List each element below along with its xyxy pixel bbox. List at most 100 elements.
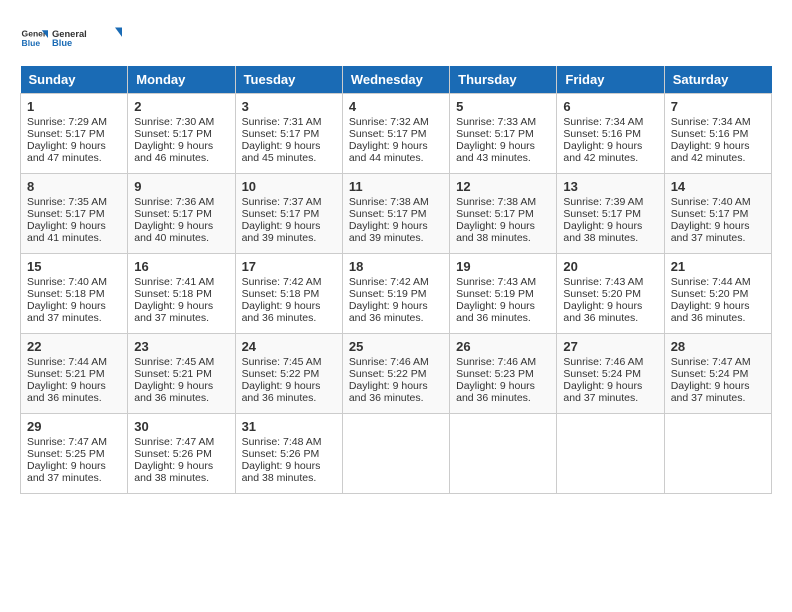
- sunrise-text: Sunrise: 7:42 AM: [242, 276, 322, 288]
- sunrise-text: Sunrise: 7:33 AM: [456, 116, 536, 128]
- day-cell-21: 21Sunrise: 7:44 AMSunset: 5:20 PMDayligh…: [664, 254, 771, 334]
- day-cell-5: 5Sunrise: 7:33 AMSunset: 5:17 PMDaylight…: [450, 94, 557, 174]
- daylight-text: Daylight: 9 hours and 37 minutes.: [134, 300, 213, 324]
- sunrise-text: Sunrise: 7:47 AM: [27, 436, 107, 448]
- sunrise-text: Sunrise: 7:36 AM: [134, 196, 214, 208]
- daylight-text: Daylight: 9 hours and 36 minutes.: [563, 300, 642, 324]
- day-cell-9: 9 Sunrise: 7:36 AMSunset: 5:17 PMDaylight…: [128, 174, 235, 254]
- sunset-text: Sunset: 5:19 PM: [349, 288, 427, 300]
- daylight-text: Daylight: 9 hours and 36 minutes.: [134, 380, 213, 404]
- daylight-text: Daylight: 9 hours and 36 minutes.: [27, 380, 106, 404]
- day-cell-2: 2 Sunrise: 7:30 AMSunset: 5:17 PMDaylight…: [128, 94, 235, 174]
- sunset-text: Sunset: 5:22 PM: [242, 368, 320, 380]
- sunrise-text: Sunrise: 7:30 AM: [134, 116, 214, 128]
- day-cell-30: 30Sunrise: 7:47 AMSunset: 5:26 PMDayligh…: [128, 414, 235, 494]
- empty-cell: [450, 414, 557, 494]
- sunset-text: Sunset: 5:17 PM: [456, 208, 534, 220]
- daylight-text: Daylight: 9 hours and 39 minutes.: [242, 220, 321, 244]
- sunrise-text: Sunrise: 7:37 AM: [242, 196, 322, 208]
- day-cell-4: 4Sunrise: 7:32 AMSunset: 5:17 PMDaylight…: [342, 94, 449, 174]
- sunset-text: Sunset: 5:20 PM: [563, 288, 641, 300]
- day-number: 28: [671, 339, 765, 354]
- day-cell-7: 7Sunrise: 7:34 AMSunset: 5:16 PMDaylight…: [664, 94, 771, 174]
- day-number: 8: [27, 179, 121, 194]
- empty-cell: [664, 414, 771, 494]
- sunset-text: Sunset: 5:17 PM: [456, 128, 534, 140]
- day-cell-26: 26Sunrise: 7:46 AMSunset: 5:23 PMDayligh…: [450, 334, 557, 414]
- day-cell-20: 20Sunrise: 7:43 AMSunset: 5:20 PMDayligh…: [557, 254, 664, 334]
- sunrise-text: Sunrise: 7:42 AM: [349, 276, 429, 288]
- sunset-text: Sunset: 5:24 PM: [563, 368, 641, 380]
- day-number: 17: [242, 259, 336, 274]
- daylight-text: Daylight: 9 hours and 42 minutes.: [671, 140, 750, 164]
- daylight-text: Daylight: 9 hours and 44 minutes.: [349, 140, 428, 164]
- day-cell-1: 1 Sunrise: 7:29 AMSunset: 5:17 PMDaylight…: [21, 94, 128, 174]
- logo: General Blue General Blue: [20, 20, 122, 56]
- day-number: 27: [563, 339, 657, 354]
- daylight-text: Daylight: 9 hours and 37 minutes.: [563, 380, 642, 404]
- sunset-text: Sunset: 5:17 PM: [134, 208, 212, 220]
- sunset-text: Sunset: 5:17 PM: [242, 128, 320, 140]
- week-row-5: 29Sunrise: 7:47 AMSunset: 5:25 PMDayligh…: [21, 414, 772, 494]
- sunset-text: Sunset: 5:17 PM: [242, 208, 320, 220]
- weekday-header-sunday: Sunday: [21, 66, 128, 94]
- sunset-text: Sunset: 5:24 PM: [671, 368, 749, 380]
- day-cell-13: 13Sunrise: 7:39 AMSunset: 5:17 PMDayligh…: [557, 174, 664, 254]
- weekday-header-wednesday: Wednesday: [342, 66, 449, 94]
- sunset-text: Sunset: 5:26 PM: [134, 448, 212, 460]
- day-number: 9: [134, 179, 228, 194]
- page-header: General Blue General Blue: [20, 20, 772, 56]
- day-number: 18: [349, 259, 443, 274]
- day-number: 24: [242, 339, 336, 354]
- day-cell-19: 19Sunrise: 7:43 AMSunset: 5:19 PMDayligh…: [450, 254, 557, 334]
- day-cell-27: 27Sunrise: 7:46 AMSunset: 5:24 PMDayligh…: [557, 334, 664, 414]
- day-number: 10: [242, 179, 336, 194]
- empty-cell: [557, 414, 664, 494]
- sunrise-text: Sunrise: 7:32 AM: [349, 116, 429, 128]
- day-cell-17: 17Sunrise: 7:42 AMSunset: 5:18 PMDayligh…: [235, 254, 342, 334]
- daylight-text: Daylight: 9 hours and 46 minutes.: [134, 140, 213, 164]
- sunset-text: Sunset: 5:17 PM: [27, 208, 105, 220]
- day-cell-14: 14Sunrise: 7:40 AMSunset: 5:17 PMDayligh…: [664, 174, 771, 254]
- sunset-text: Sunset: 5:25 PM: [27, 448, 105, 460]
- day-number: 1: [27, 99, 121, 114]
- day-cell-6: 6Sunrise: 7:34 AMSunset: 5:16 PMDaylight…: [557, 94, 664, 174]
- daylight-text: Daylight: 9 hours and 38 minutes.: [456, 220, 535, 244]
- daylight-text: Daylight: 9 hours and 37 minutes.: [671, 380, 750, 404]
- weekday-header-row: SundayMondayTuesdayWednesdayThursdayFrid…: [21, 66, 772, 94]
- daylight-text: Daylight: 9 hours and 38 minutes.: [134, 460, 213, 484]
- day-number: 2: [134, 99, 228, 114]
- sunrise-text: Sunrise: 7:35 AM: [27, 196, 107, 208]
- sunrise-text: Sunrise: 7:29 AM: [27, 116, 107, 128]
- day-number: 11: [349, 179, 443, 194]
- week-row-2: 8Sunrise: 7:35 AMSunset: 5:17 PMDaylight…: [21, 174, 772, 254]
- daylight-text: Daylight: 9 hours and 36 minutes.: [456, 300, 535, 324]
- day-number: 16: [134, 259, 228, 274]
- day-number: 20: [563, 259, 657, 274]
- week-row-3: 15Sunrise: 7:40 AMSunset: 5:18 PMDayligh…: [21, 254, 772, 334]
- daylight-text: Daylight: 9 hours and 47 minutes.: [27, 140, 106, 164]
- day-number: 15: [27, 259, 121, 274]
- day-number: 25: [349, 339, 443, 354]
- day-cell-28: 28Sunrise: 7:47 AMSunset: 5:24 PMDayligh…: [664, 334, 771, 414]
- daylight-text: Daylight: 9 hours and 42 minutes.: [563, 140, 642, 164]
- day-cell-11: 11Sunrise: 7:38 AMSunset: 5:17 PMDayligh…: [342, 174, 449, 254]
- day-cell-29: 29Sunrise: 7:47 AMSunset: 5:25 PMDayligh…: [21, 414, 128, 494]
- sunrise-text: Sunrise: 7:45 AM: [242, 356, 322, 368]
- sunset-text: Sunset: 5:17 PM: [27, 128, 105, 140]
- daylight-text: Daylight: 9 hours and 40 minutes.: [134, 220, 213, 244]
- sunrise-text: Sunrise: 7:45 AM: [134, 356, 214, 368]
- day-number: 4: [349, 99, 443, 114]
- empty-cell: [342, 414, 449, 494]
- day-cell-12: 12Sunrise: 7:38 AMSunset: 5:17 PMDayligh…: [450, 174, 557, 254]
- sunset-text: Sunset: 5:17 PM: [134, 128, 212, 140]
- sunset-text: Sunset: 5:17 PM: [671, 208, 749, 220]
- weekday-header-thursday: Thursday: [450, 66, 557, 94]
- sunrise-text: Sunrise: 7:40 AM: [671, 196, 751, 208]
- day-number: 21: [671, 259, 765, 274]
- day-cell-16: 16Sunrise: 7:41 AMSunset: 5:18 PMDayligh…: [128, 254, 235, 334]
- day-number: 26: [456, 339, 550, 354]
- svg-text:Blue: Blue: [22, 38, 41, 48]
- weekday-header-friday: Friday: [557, 66, 664, 94]
- sunset-text: Sunset: 5:21 PM: [134, 368, 212, 380]
